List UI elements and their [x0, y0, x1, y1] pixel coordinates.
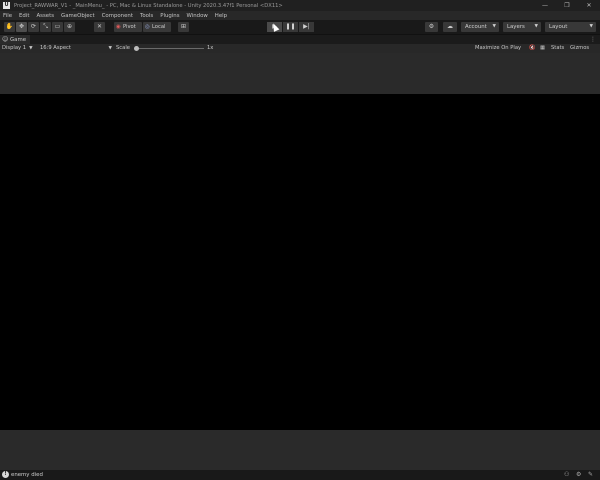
- step-button[interactable]: ▶|: [299, 22, 314, 32]
- menu-window[interactable]: Window: [187, 13, 208, 19]
- menu-bar: File Edit Assets GameObject Component To…: [0, 11, 600, 20]
- close-button[interactable]: ✕: [578, 0, 600, 11]
- hand-tool-icon[interactable]: ✋: [4, 22, 15, 32]
- letterbox-bottom: [0, 430, 600, 470]
- collab-gear-icon[interactable]: ⚙: [425, 22, 438, 32]
- transform-tool-icon[interactable]: ⊕: [64, 22, 75, 32]
- network-icon[interactable]: ⚇: [564, 470, 569, 480]
- scale-value: 1x: [207, 45, 214, 51]
- scale-tool-icon[interactable]: ⤡: [40, 22, 51, 32]
- chevron-down-icon: ▼: [589, 24, 593, 29]
- chevron-down-icon: ▼: [492, 24, 496, 29]
- menu-file[interactable]: File: [3, 13, 12, 19]
- custom-tool-icon[interactable]: ✕: [94, 22, 105, 32]
- scale-label: Scale: [116, 45, 130, 51]
- unity-logo-icon: U: [3, 2, 10, 9]
- status-bar: ! enemy died ⚇ ⚙ ✎: [0, 470, 600, 480]
- layers-dropdown[interactable]: Layers ▼: [503, 22, 541, 32]
- local-icon: ◎: [145, 24, 150, 30]
- account-dropdown[interactable]: Account ▼: [461, 22, 499, 32]
- stats-icon[interactable]: ▦: [540, 44, 545, 53]
- account-label: Account: [465, 24, 487, 30]
- layout-dropdown[interactable]: Layout ▼: [545, 22, 596, 32]
- layout-label: Layout: [549, 24, 568, 30]
- layers-label: Layers: [507, 24, 525, 30]
- menu-help[interactable]: Help: [215, 13, 227, 19]
- display-label: Display 1: [2, 45, 27, 51]
- menu-component[interactable]: Component: [102, 13, 133, 19]
- game-view-controls: Display 1 ▼ 16:9 Aspect ▼ Scale 1x Maximi…: [0, 44, 600, 53]
- window-controls: — ❐ ✕: [534, 0, 600, 11]
- pivot-toggle[interactable]: ◉ Pivot: [114, 22, 142, 32]
- minimize-button[interactable]: —: [534, 0, 556, 11]
- cloud-icon[interactable]: ☁: [443, 22, 457, 32]
- menu-plugins[interactable]: Plugins: [160, 13, 179, 19]
- chevron-down-icon: ▼: [29, 46, 33, 51]
- game-viewport[interactable]: [0, 94, 600, 430]
- edit-icon[interactable]: ✎: [588, 470, 593, 480]
- grid-snap-icon[interactable]: ⊞: [178, 22, 189, 32]
- tab-game-label: Game: [10, 37, 27, 43]
- aspect-dropdown[interactable]: 16:9 Aspect ▼: [40, 44, 112, 53]
- settings-icon[interactable]: ⚙: [576, 470, 581, 480]
- title-bar: U Project_RAWWAR_V1 - _MainMenu_ - PC, M…: [0, 0, 600, 11]
- chevron-down-icon: ▼: [108, 46, 112, 51]
- letterbox-top: [0, 53, 600, 94]
- menu-assets[interactable]: Assets: [36, 13, 54, 19]
- gizmos-dropdown[interactable]: Gizmos: [570, 44, 589, 53]
- game-tab-bar: ☺ Game ⋮: [0, 34, 600, 45]
- info-icon: !: [2, 471, 9, 478]
- console-message[interactable]: enemy died: [11, 470, 43, 480]
- mute-audio-icon[interactable]: 🔇: [529, 44, 535, 53]
- pivot-label: Pivot: [123, 24, 136, 30]
- local-toggle[interactable]: ◎ Local: [143, 22, 171, 32]
- pause-button[interactable]: ❚❚: [283, 22, 298, 32]
- rotate-tool-icon[interactable]: ⟳: [28, 22, 39, 32]
- pivot-icon: ◉: [116, 24, 121, 30]
- menu-tools[interactable]: Tools: [140, 13, 153, 19]
- local-label: Local: [152, 24, 166, 30]
- scale-slider-thumb[interactable]: [134, 46, 139, 51]
- main-toolbar: ✋ ✥ ⟳ ⤡ ▭ ⊕ ✕ ◉ Pivot ◎ Local ⊞ ▶ ❚❚ ▶| …: [0, 20, 600, 34]
- scale-slider-track[interactable]: [134, 48, 204, 49]
- window-title: Project_RAWWAR_V1 - _MainMenu_ - PC, Mac…: [14, 2, 283, 9]
- menu-edit[interactable]: Edit: [19, 13, 29, 19]
- move-tool-icon[interactable]: ✥: [16, 22, 27, 32]
- menu-gameobject[interactable]: GameObject: [61, 13, 95, 19]
- chevron-down-icon: ▼: [534, 24, 538, 29]
- maximize-on-play-toggle[interactable]: Maximize On Play: [475, 44, 521, 53]
- stats-toggle[interactable]: Stats: [551, 44, 564, 53]
- maximize-button[interactable]: ❐: [556, 0, 578, 11]
- display-dropdown[interactable]: Display 1 ▼: [2, 44, 33, 53]
- rect-tool-icon[interactable]: ▭: [52, 22, 63, 32]
- aspect-label: 16:9 Aspect: [40, 45, 71, 51]
